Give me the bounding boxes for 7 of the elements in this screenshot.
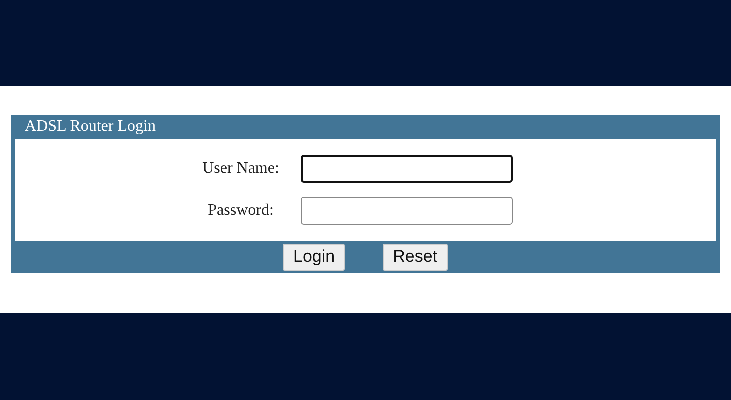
form-button[interactable]: Login	[283, 244, 346, 270]
form-button[interactable]: Reset	[383, 244, 448, 270]
panel-title: ADSL Router Login	[24, 117, 157, 137]
input-field[interactable]	[301, 155, 513, 183]
field-label: Password:	[207, 202, 275, 220]
input-field[interactable]	[301, 197, 513, 225]
field-label: User Name:	[202, 160, 280, 178]
